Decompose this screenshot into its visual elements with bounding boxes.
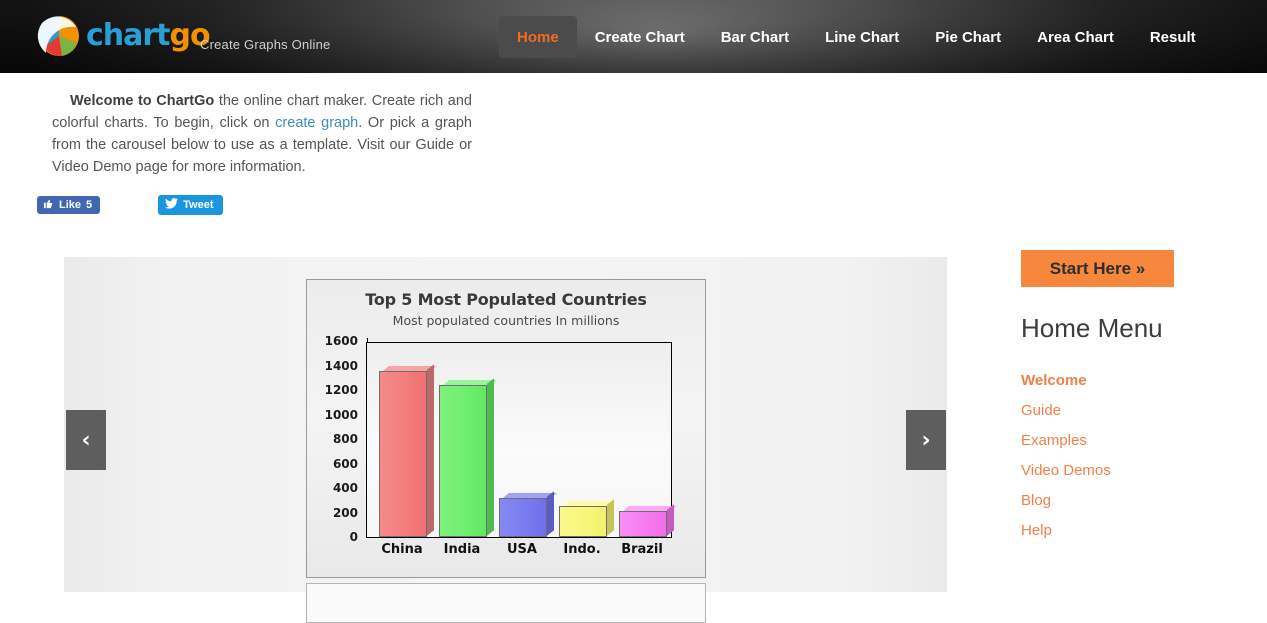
twitter-bird-icon <box>165 198 179 212</box>
nav-item-result[interactable]: Result <box>1132 16 1214 58</box>
bar-indonesia[interactable] <box>559 499 617 537</box>
nav-item-bar-chart[interactable]: Bar Chart <box>703 16 807 58</box>
site-logo[interactable]: chartgo <box>36 8 211 64</box>
carousel-prev-button[interactable]: ‹ <box>66 410 106 470</box>
facebook-like-count: 5 <box>86 199 93 211</box>
chevron-left-icon: ‹ <box>81 427 91 453</box>
chevron-right-icon: › <box>921 427 931 453</box>
logo-wordmark: chartgo <box>86 18 211 53</box>
menu-item-guide[interactable]: Guide <box>1021 396 1221 426</box>
chart-title: Top 5 Most Populated Countries <box>365 290 647 309</box>
ytick-400: 400 <box>332 481 358 495</box>
logo-word-chart: chart <box>86 18 171 53</box>
nav-item-home[interactable]: Home <box>499 16 577 58</box>
site-header: chartgo Create Graphs Online Home Create… <box>0 0 1267 73</box>
thumbs-up-icon <box>43 198 54 212</box>
nav-item-line-chart[interactable]: Line Chart <box>807 16 917 58</box>
ytick-0: 0 <box>349 530 358 544</box>
start-here-button[interactable]: Start Here » <box>1021 250 1174 287</box>
menu-item-examples[interactable]: Examples <box>1021 426 1221 456</box>
bar-india[interactable] <box>439 378 497 537</box>
menu-item-blog[interactable]: Blog <box>1021 486 1221 516</box>
social-buttons: Like 5 Tweet <box>37 195 223 215</box>
xlabel-india: India <box>443 542 481 557</box>
create-graph-link[interactable]: create graph <box>275 115 358 131</box>
xlabel-china: China <box>381 542 423 557</box>
ytick-1400: 1400 <box>324 358 358 373</box>
twitter-tweet-button[interactable]: Tweet <box>158 195 223 215</box>
ytick-1600: 1600 <box>324 334 358 348</box>
twitter-tweet-label: Tweet <box>183 199 214 211</box>
welcome-paragraph: Welcome to ChartGo the online chart make… <box>52 90 472 178</box>
chart-plot-area <box>366 338 677 538</box>
menu-item-welcome[interactable]: Welcome <box>1021 366 1221 396</box>
xlabel-brazil: Brazil <box>621 542 663 557</box>
bar-usa[interactable] <box>499 491 557 537</box>
ytick-1200: 1200 <box>324 383 358 397</box>
nav-item-area-chart[interactable]: Area Chart <box>1019 16 1132 58</box>
chart-plot-depth-edge <box>367 338 673 343</box>
menu-item-help[interactable]: Help <box>1021 516 1221 546</box>
main-navigation: Home Create Chart Bar Chart Line Chart P… <box>499 16 1214 58</box>
carousel-next-slide-panel[interactable] <box>306 583 706 623</box>
facebook-like-label: Like <box>59 199 82 211</box>
site-tagline: Create Graphs Online <box>200 37 331 52</box>
home-menu-list: Welcome Guide Examples Video Demos Blog … <box>1021 366 1221 546</box>
ytick-600: 600 <box>332 456 358 471</box>
nav-item-create-chart[interactable]: Create Chart <box>577 16 703 58</box>
carousel-next-button[interactable]: › <box>906 410 946 470</box>
menu-item-video-demos[interactable]: Video Demos <box>1021 456 1221 486</box>
bar-china[interactable] <box>379 364 437 537</box>
chart-subtitle: Most populated countries In millions <box>392 313 620 328</box>
home-menu-title: Home Menu <box>1021 313 1163 343</box>
xlabel-indonesia: Indo. <box>563 542 601 557</box>
xlabel-usa: USA <box>507 542 537 557</box>
facebook-like-button[interactable]: Like 5 <box>37 196 101 214</box>
chart-plot-wrapper: 1600 1400 1200 1000 800 600 400 200 0 Ch… <box>325 334 677 557</box>
welcome-lead: Welcome to ChartGo <box>70 93 215 109</box>
ytick-800: 800 <box>332 432 358 446</box>
carousel-active-slide-chart[interactable]: Top 5 Most Populated Countries Most popu… <box>306 279 706 578</box>
bar-brazil[interactable] <box>619 504 677 537</box>
chartgo-globe-logo-icon <box>36 13 82 59</box>
nav-item-pie-chart[interactable]: Pie Chart <box>917 16 1019 58</box>
ytick-200: 200 <box>332 505 358 520</box>
ytick-1000: 1000 <box>324 407 358 422</box>
